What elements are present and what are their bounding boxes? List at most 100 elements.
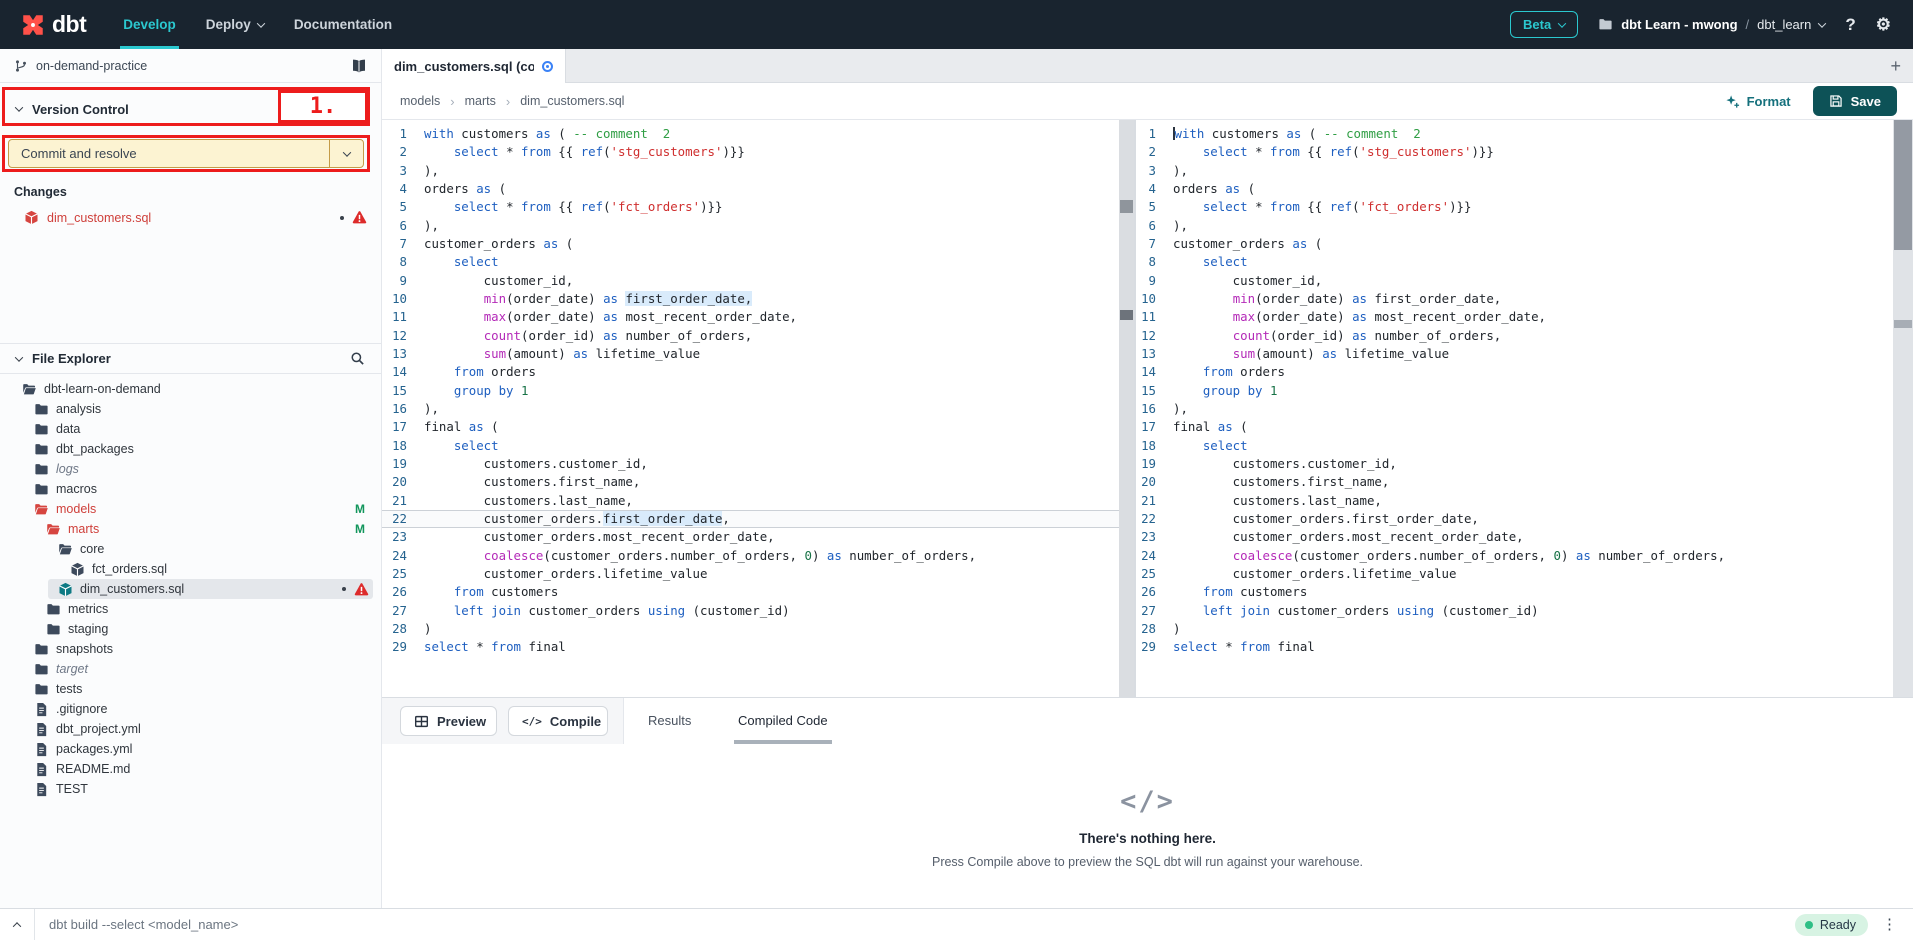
right-pane-scrollbar[interactable] bbox=[1893, 120, 1913, 697]
code-line-22[interactable]: 22 customer_orders.first_order_date, bbox=[382, 510, 1119, 528]
code-line-11[interactable]: 11 max(order_date) as most_recent_order_… bbox=[1136, 308, 1893, 326]
tab-dim-customers[interactable]: dim_customers.sql (confli... bbox=[382, 49, 566, 83]
code-line-15[interactable]: 15 group by 1 bbox=[1136, 382, 1893, 400]
tree-item-core[interactable]: core bbox=[0, 539, 381, 559]
tree-item-logs[interactable]: logs bbox=[0, 459, 381, 479]
code-line-16[interactable]: 16), bbox=[1136, 400, 1893, 418]
nav-deploy[interactable]: Deploy bbox=[191, 0, 279, 49]
left-pane-scrollbar[interactable] bbox=[1119, 120, 1134, 697]
code-line-21[interactable]: 21 customers.last_name, bbox=[1136, 492, 1893, 510]
tree-item-analysis[interactable]: analysis bbox=[0, 399, 381, 419]
tree-item-packages-yml[interactable]: packages.yml bbox=[0, 739, 381, 759]
tree-item-models[interactable]: modelsM bbox=[0, 499, 381, 519]
code-line-21[interactable]: 21 customers.last_name, bbox=[382, 492, 1119, 510]
new-tab-plus-icon[interactable]: + bbox=[1890, 49, 1901, 83]
code-line-15[interactable]: 15 group by 1 bbox=[382, 382, 1119, 400]
nav-develop[interactable]: Develop bbox=[108, 0, 191, 49]
tree-item-dbt-project-yml[interactable]: dbt_project.yml bbox=[0, 719, 381, 739]
code-line-5[interactable]: 5 select * from {{ ref('fct_orders')}} bbox=[1136, 198, 1893, 216]
git-branch-row[interactable]: on-demand-practice bbox=[0, 49, 381, 83]
tree-item-test[interactable]: TEST bbox=[0, 779, 381, 799]
code-line-9[interactable]: 9 customer_id, bbox=[1136, 272, 1893, 290]
code-line-19[interactable]: 19 customers.customer_id, bbox=[382, 455, 1119, 473]
code-line-9[interactable]: 9 customer_id, bbox=[382, 272, 1119, 290]
code-line-26[interactable]: 26 from customers bbox=[1136, 583, 1893, 601]
beta-button[interactable]: Beta bbox=[1510, 11, 1578, 38]
code-line-26[interactable]: 26 from customers bbox=[382, 583, 1119, 601]
changed-file-row[interactable]: dim_customers.sql bbox=[0, 206, 381, 229]
tab-results[interactable]: Results bbox=[648, 698, 691, 744]
format-button[interactable]: Format bbox=[1725, 94, 1791, 109]
code-pane-right[interactable]: 1with customers as ( -- comment 22 selec… bbox=[1136, 120, 1893, 697]
search-icon[interactable] bbox=[350, 351, 365, 366]
code-line-17[interactable]: 17final as ( bbox=[1136, 418, 1893, 436]
tree-item-dbt-learn-on-demand[interactable]: dbt-learn-on-demand bbox=[0, 379, 381, 399]
code-line-7[interactable]: 7customer_orders as ( bbox=[382, 235, 1119, 253]
code-line-5[interactable]: 5 select * from {{ ref('fct_orders')}} bbox=[382, 198, 1119, 216]
code-line-17[interactable]: 17final as ( bbox=[382, 418, 1119, 436]
tree-item-snapshots[interactable]: snapshots bbox=[0, 639, 381, 659]
code-line-24[interactable]: 24 coalesce(customer_orders.number_of_or… bbox=[382, 547, 1119, 565]
code-line-18[interactable]: 18 select bbox=[1136, 437, 1893, 455]
code-line-28[interactable]: 28) bbox=[1136, 620, 1893, 638]
code-line-3[interactable]: 3), bbox=[382, 162, 1119, 180]
code-line-20[interactable]: 20 customers.first_name, bbox=[1136, 473, 1893, 491]
code-line-28[interactable]: 28) bbox=[382, 620, 1119, 638]
code-line-25[interactable]: 25 customer_orders.lifetime_value bbox=[1136, 565, 1893, 583]
code-line-16[interactable]: 16), bbox=[382, 400, 1119, 418]
kebab-menu-icon[interactable]: ⋮ bbox=[1882, 917, 1897, 932]
breadcrumb-file[interactable]: dim_customers.sql bbox=[520, 94, 624, 108]
code-line-27[interactable]: 27 left join customer_orders using (cust… bbox=[382, 602, 1119, 620]
code-line-7[interactable]: 7customer_orders as ( bbox=[1136, 235, 1893, 253]
tree-item-dbt-packages[interactable]: dbt_packages bbox=[0, 439, 381, 459]
file-explorer-header[interactable]: File Explorer bbox=[0, 343, 381, 374]
code-line-10[interactable]: 10 min(order_date) as first_order_date, bbox=[382, 290, 1119, 308]
code-line-3[interactable]: 3), bbox=[1136, 162, 1893, 180]
preview-button[interactable]: Preview bbox=[400, 706, 497, 736]
code-line-13[interactable]: 13 sum(amount) as lifetime_value bbox=[1136, 345, 1893, 363]
code-line-29[interactable]: 29select * from final bbox=[382, 638, 1119, 656]
tree-item-metrics[interactable]: metrics bbox=[0, 599, 381, 619]
tree-item-data[interactable]: data bbox=[0, 419, 381, 439]
tree-item-readme-md[interactable]: README.md bbox=[0, 759, 381, 779]
chevron-up-icon[interactable] bbox=[0, 922, 34, 928]
code-line-8[interactable]: 8 select bbox=[1136, 253, 1893, 271]
tree-item--gitignore[interactable]: .gitignore bbox=[0, 699, 381, 719]
code-line-27[interactable]: 27 left join customer_orders using (cust… bbox=[1136, 602, 1893, 620]
code-line-1[interactable]: 1with customers as ( -- comment 2 bbox=[382, 125, 1119, 143]
commit-dropdown-toggle[interactable] bbox=[329, 140, 363, 167]
code-line-4[interactable]: 4orders as ( bbox=[382, 180, 1119, 198]
commit-and-resolve-button[interactable]: Commit and resolve bbox=[8, 139, 364, 168]
save-button[interactable]: Save bbox=[1813, 86, 1897, 116]
code-line-8[interactable]: 8 select bbox=[382, 253, 1119, 271]
tree-item-marts[interactable]: martsM bbox=[0, 519, 381, 539]
breadcrumb-marts[interactable]: marts bbox=[465, 94, 496, 108]
code-line-22[interactable]: 22 customer_orders.first_order_date, bbox=[1136, 510, 1893, 528]
dbt-logo[interactable]: dbt bbox=[0, 11, 108, 38]
code-line-19[interactable]: 19 customers.customer_id, bbox=[1136, 455, 1893, 473]
code-line-4[interactable]: 4orders as ( bbox=[1136, 180, 1893, 198]
code-line-12[interactable]: 12 count(order_id) as number_of_orders, bbox=[1136, 327, 1893, 345]
code-line-25[interactable]: 25 customer_orders.lifetime_value bbox=[382, 565, 1119, 583]
code-line-14[interactable]: 14 from orders bbox=[1136, 363, 1893, 381]
code-line-2[interactable]: 2 select * from {{ ref('stg_customers')}… bbox=[1136, 143, 1893, 161]
tree-item-fct-orders-sql[interactable]: fct_orders.sql bbox=[0, 559, 381, 579]
code-line-1[interactable]: 1with customers as ( -- comment 2 bbox=[1136, 125, 1893, 143]
tree-item-macros[interactable]: macros bbox=[0, 479, 381, 499]
code-line-23[interactable]: 23 customer_orders.most_recent_order_dat… bbox=[382, 528, 1119, 546]
code-line-10[interactable]: 10 min(order_date) as first_order_date, bbox=[1136, 290, 1893, 308]
tree-item-tests[interactable]: tests bbox=[0, 679, 381, 699]
code-line-20[interactable]: 20 customers.first_name, bbox=[382, 473, 1119, 491]
code-line-6[interactable]: 6), bbox=[1136, 217, 1893, 235]
status-badge[interactable]: Ready bbox=[1795, 914, 1868, 936]
code-line-6[interactable]: 6), bbox=[382, 217, 1119, 235]
code-line-18[interactable]: 18 select bbox=[382, 437, 1119, 455]
code-line-24[interactable]: 24 coalesce(customer_orders.number_of_or… bbox=[1136, 547, 1893, 565]
code-line-14[interactable]: 14 from orders bbox=[382, 363, 1119, 381]
compile-button[interactable]: </> Compile bbox=[508, 706, 608, 736]
help-icon[interactable]: ? bbox=[1845, 15, 1855, 35]
tab-compiled-code[interactable]: Compiled Code bbox=[738, 698, 828, 744]
code-line-23[interactable]: 23 customer_orders.most_recent_order_dat… bbox=[1136, 528, 1893, 546]
code-line-29[interactable]: 29select * from final bbox=[1136, 638, 1893, 656]
code-line-2[interactable]: 2 select * from {{ ref('stg_customers')}… bbox=[382, 143, 1119, 161]
